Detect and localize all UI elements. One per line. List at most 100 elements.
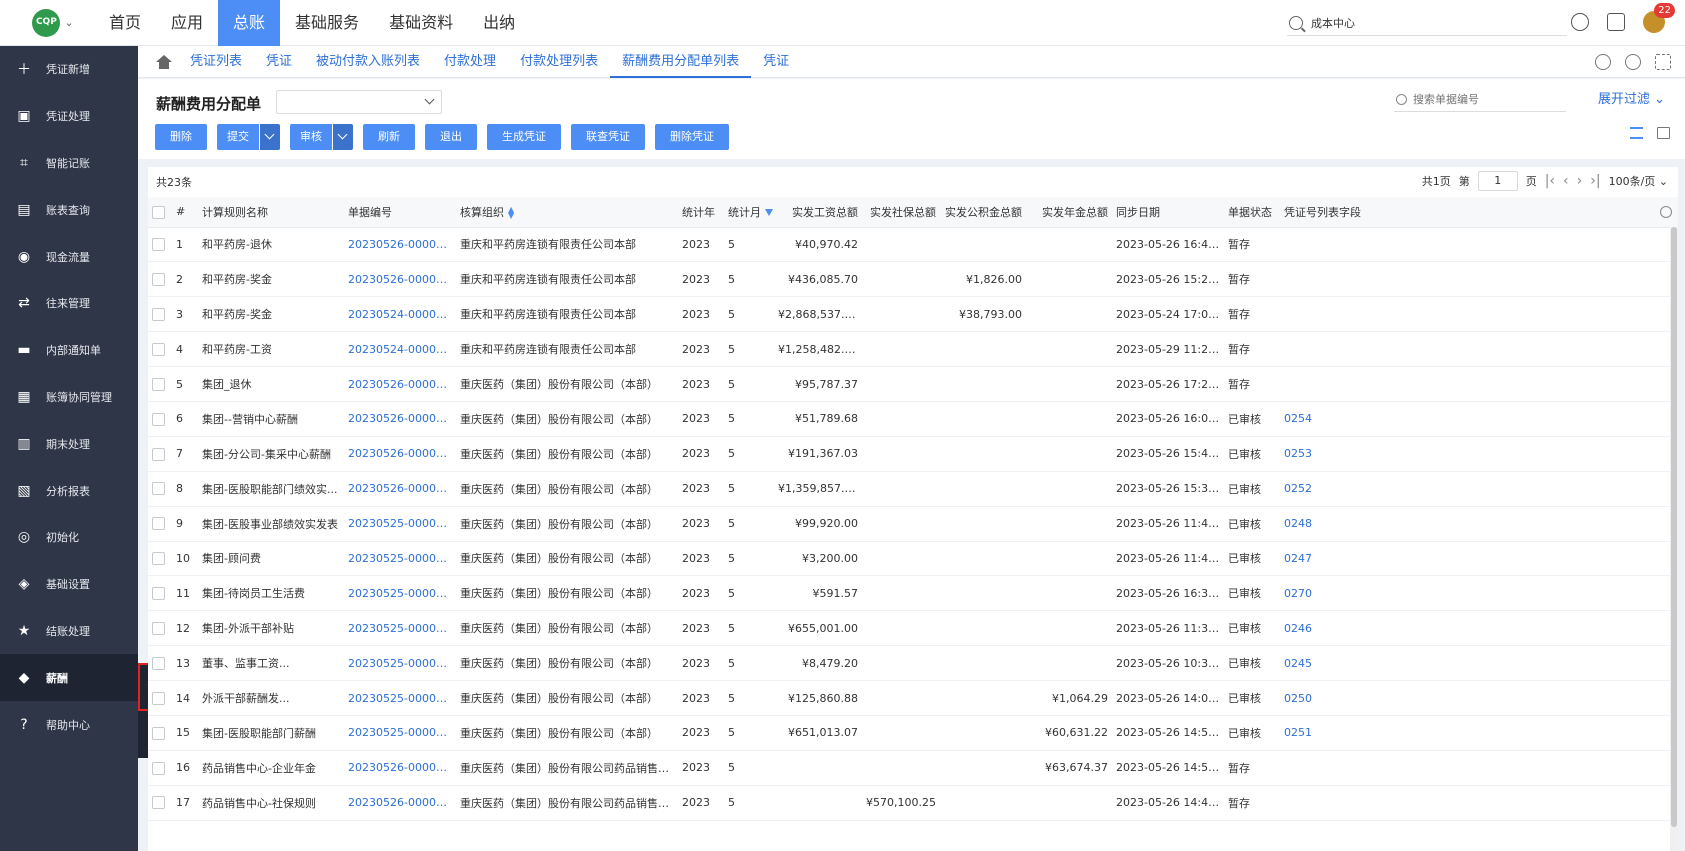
tab[interactable]: 付款处理列表 — [508, 46, 610, 78]
column-header[interactable]: # — [172, 197, 198, 228]
sidebar-item[interactable]: ★ 结账处理 — [0, 608, 138, 655]
row-checkbox[interactable] — [152, 377, 165, 391]
table-row[interactable]: 2 和平药房-奖金 20230526-00000180 重庆和平药房连锁有限责任公司本… — [148, 261, 1678, 298]
row-checkbox[interactable] — [152, 342, 165, 356]
expand-filter-link[interactable]: 展开过滤 ⌄ — [1598, 88, 1665, 107]
tab[interactable]: 凭证列表 — [178, 46, 254, 78]
sidebar-item[interactable]: ⇄ 往来管理 — [0, 280, 138, 327]
voucher-number-link[interactable] — [1280, 331, 1656, 368]
doc-number-link[interactable]: 20230526-00000182 — [344, 436, 456, 472]
column-header[interactable]: 统计年 — [678, 197, 724, 228]
row-checkbox[interactable] — [152, 307, 165, 321]
column-header[interactable]: 实发年金总额 — [1026, 197, 1112, 228]
home-icon[interactable] — [156, 54, 172, 69]
top-nav-item[interactable]: 总账 — [218, 0, 281, 46]
refresh-button[interactable]: 刷新 — [363, 124, 415, 150]
table-row[interactable]: 7 集团-分公司-集采中心薪酬 20230526-00000182 重庆医药（集团）股… — [148, 436, 1678, 472]
exit-button[interactable]: 退出 — [425, 124, 477, 150]
top-nav-item[interactable]: 出纳 — [468, 0, 530, 46]
column-header[interactable]: 同步日期 — [1112, 197, 1224, 228]
voucher-number-link[interactable] — [1280, 750, 1656, 786]
table-row[interactable]: 13 董事、监事工资... 20230525-00000154 重庆医药（集团）股份有… — [148, 645, 1678, 682]
top-nav-item[interactable]: 基础服务 — [280, 0, 374, 46]
voucher-number-link[interactable] — [1280, 227, 1656, 263]
link-voucher-button[interactable]: 联查凭证 — [571, 124, 645, 150]
last-page-icon[interactable]: ›| — [1590, 173, 1600, 189]
doc-number-link[interactable]: 20230524-00000139 — [344, 296, 456, 333]
sidebar-item[interactable]: ◉ 现金流量 — [0, 233, 138, 280]
mailbox-icon[interactable] — [1607, 13, 1625, 31]
voucher-number-link[interactable]: 0253 — [1280, 436, 1656, 472]
delete-voucher-button[interactable]: 删除凭证 — [655, 124, 729, 150]
voucher-number-link[interactable]: 0254 — [1280, 401, 1656, 437]
row-checkbox[interactable] — [152, 761, 165, 775]
sidebar-item[interactable]: ▣ 凭证处理 — [0, 93, 138, 140]
tab[interactable]: 付款处理 — [432, 46, 508, 78]
column-header[interactable]: 计算规则名称 — [198, 197, 344, 228]
sidebar-item[interactable]: ▬ 内部通知单 — [0, 327, 138, 374]
table-row[interactable]: 8 集团-医股职能部门绩效实... 20230526-00000181 重庆医药（集团… — [148, 471, 1678, 507]
doc-number-link[interactable]: 20230525-00000150 — [344, 715, 456, 751]
row-checkbox[interactable] — [152, 726, 165, 740]
avatar[interactable]: 22 — [1643, 3, 1675, 33]
app-logo[interactable]: CQP ⌄ — [22, 0, 84, 46]
audit-dropdown-icon[interactable] — [333, 124, 353, 150]
sidebar-item[interactable]: ◎ 初始化 — [0, 514, 138, 561]
delete-button[interactable]: 删除 — [155, 124, 207, 150]
generate-voucher-button[interactable]: 生成凭证 — [487, 124, 561, 150]
scheme-select[interactable] — [276, 90, 442, 114]
column-header[interactable]: 实发工资总额 — [774, 197, 862, 228]
voucher-number-link[interactable] — [1280, 785, 1656, 821]
global-search-input[interactable] — [1311, 16, 1551, 29]
tab[interactable]: 被动付款入账列表 — [304, 46, 432, 78]
table-row[interactable]: 9 集团-医股事业部绩效实发表 20230525-00000160 重庆医药（集团）股… — [148, 506, 1678, 542]
row-checkbox[interactable] — [152, 273, 165, 287]
doc-number-link[interactable]: 20230524-00000136 — [344, 331, 456, 368]
prev-page-icon[interactable]: ‹ — [1563, 173, 1569, 189]
voucher-number-link[interactable] — [1280, 296, 1656, 333]
voucher-number-link[interactable]: 0250 — [1280, 680, 1656, 716]
top-nav-item[interactable]: 应用 — [156, 0, 218, 46]
tab[interactable]: 凭证 — [254, 46, 304, 78]
sidebar-item[interactable]: ◈ 基础设置 — [0, 561, 138, 608]
submit-button[interactable]: 提交 — [217, 124, 259, 150]
row-checkbox[interactable] — [152, 587, 165, 601]
sidebar-item[interactable]: ▦ 账簿协同管理 — [0, 374, 138, 421]
table-row[interactable]: 6 集团--营销中心薪酬 20230526-00000186 重庆医药（集团）股份有限… — [148, 401, 1678, 437]
grid-view-icon[interactable] — [1657, 127, 1670, 139]
sidebar-item[interactable]: ▤ 账表查询 — [0, 186, 138, 233]
table-row[interactable]: 17 药品销售中心-社保规则 20230526-00000175 重庆医药（集团）股份… — [148, 785, 1678, 821]
voucher-number-link[interactable]: 0247 — [1280, 541, 1656, 577]
row-checkbox[interactable] — [152, 482, 165, 496]
table-row[interactable]: 12 集团-外派干部补贴 20230525-00000157 重庆医药（集团）股份有限… — [148, 610, 1678, 647]
table-row[interactable]: 15 集团-医股职能部门薪酬 20230525-00000150 重庆医药（集团）股份… — [148, 715, 1678, 751]
bulb-icon[interactable] — [1595, 54, 1611, 70]
doc-search[interactable] — [1394, 88, 1566, 112]
sidebar-item[interactable]: ▥ 期末处理 — [0, 420, 138, 467]
top-nav-item[interactable]: 首页 — [94, 0, 156, 46]
list-view-icon[interactable] — [1630, 127, 1643, 139]
help-icon[interactable] — [1625, 54, 1641, 70]
row-checkbox[interactable] — [152, 238, 165, 252]
doc-number-link[interactable]: 20230526-00000191 — [344, 227, 456, 263]
fullscreen-icon[interactable] — [1655, 54, 1671, 70]
filter-icon[interactable] — [765, 209, 773, 217]
column-header[interactable]: 单据状态 — [1224, 197, 1280, 228]
sort-icon[interactable]: ▲ ▼ — [508, 205, 514, 219]
sidebar-item[interactable]: ▧ 分析报表 — [0, 467, 138, 514]
row-checkbox[interactable] — [152, 621, 165, 635]
doc-number-link[interactable]: 20230525-00000152 — [344, 680, 456, 716]
voucher-number-link[interactable]: 0251 — [1280, 715, 1656, 751]
voucher-number-link[interactable] — [1280, 261, 1656, 298]
vertical-scrollbar[interactable] — [1670, 227, 1678, 851]
doc-number-link[interactable]: 20230525-00000160 — [344, 506, 456, 542]
table-row[interactable]: 4 和平药房-工资 20230524-00000136 重庆和平药房连锁有限责任公司本… — [148, 331, 1678, 368]
scrollbar-thumb[interactable] — [1671, 227, 1677, 827]
doc-number-link[interactable]: 20230525-00000154 — [344, 645, 456, 682]
row-checkbox[interactable] — [152, 656, 165, 670]
column-header[interactable]: 实发公积金总额 — [940, 197, 1026, 228]
column-header[interactable]: 统计月 — [724, 197, 774, 228]
sidebar-item[interactable]: ? 帮助中心 — [0, 701, 138, 748]
row-checkbox[interactable] — [152, 412, 165, 426]
table-row[interactable]: 16 药品销售中心-企业年金 20230526-00000178 重庆医药（集团）股份… — [148, 750, 1678, 786]
